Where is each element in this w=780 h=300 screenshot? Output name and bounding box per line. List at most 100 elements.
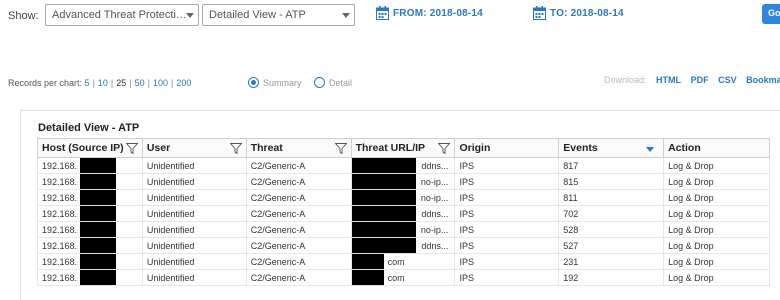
cell-events: 811 <box>558 189 665 206</box>
records-option-10[interactable]: 10 <box>98 78 108 88</box>
cell-user: Unidentified <box>141 189 247 206</box>
calendar-icon <box>376 6 389 20</box>
cell-action: Log & Drop <box>663 269 770 286</box>
redaction-block <box>352 190 416 205</box>
go-button[interactable]: Go <box>762 4 780 24</box>
redaction-block <box>80 158 116 173</box>
cell-user: Unidentified <box>141 237 247 254</box>
column-header-action[interactable]: Action <box>663 138 770 158</box>
column-header-threat-url[interactable]: Threat URL/IP <box>350 138 456 158</box>
cell-threat: C2/Generic-A <box>245 253 352 270</box>
cell-events: 702 <box>558 205 665 222</box>
detail-radio[interactable]: Detail <box>314 77 352 88</box>
redaction-block <box>80 190 116 205</box>
records-option-5[interactable]: 5 <box>85 78 90 88</box>
view-select-value: Detailed View - ATP <box>209 9 306 21</box>
bookmark-link[interactable]: Bookmark <box>746 75 780 85</box>
cell-threat: C2/Generic-A <box>245 157 352 174</box>
table-row[interactable]: 192.168. Unidentified C2/Generic-A no-ip… <box>37 189 770 206</box>
download-csv-link[interactable]: CSV <box>718 75 737 85</box>
view-select[interactable]: Detailed View - ATP <box>202 4 355 26</box>
cell-host: 192.168. <box>37 189 143 206</box>
cell-threat: C2/Generic-A <box>245 189 352 206</box>
download-bar: Download: HTML PDF CSV Bookmark <box>604 75 780 85</box>
table-row[interactable]: 192.168. Unidentified C2/Generic-A no-ip… <box>37 173 770 190</box>
cell-origin: IPS <box>454 157 560 174</box>
column-header-user[interactable]: User <box>141 138 247 158</box>
redaction-block <box>352 222 416 237</box>
cell-events: 527 <box>558 237 665 254</box>
sort-descending-icon <box>646 147 655 152</box>
redaction-block <box>352 270 384 285</box>
cell-origin: IPS <box>454 237 560 254</box>
redaction-block <box>352 158 416 173</box>
column-header-host[interactable]: Host (Source IP) <box>37 138 143 158</box>
cell-host: 192.168. <box>37 269 143 286</box>
cell-threat-url: no-ip... <box>350 173 456 190</box>
cell-user: Unidentified <box>141 157 247 174</box>
filter-icon[interactable] <box>334 143 347 154</box>
cell-action: Log & Drop <box>663 205 770 222</box>
cell-action: Log & Drop <box>663 221 770 238</box>
records-per-chart: Records per chart: 5 | 10 | 25 | 50 | 100 | 200 <box>8 78 192 88</box>
table-row[interactable]: 192.168. Unidentified C2/Generic-A no-ip… <box>37 221 770 238</box>
radio-unselected-icon <box>314 77 325 88</box>
table-row[interactable]: 192.168. Unidentified C2/Generic-A com I… <box>37 269 770 286</box>
cell-action: Log & Drop <box>663 253 770 270</box>
column-header-threat[interactable]: Threat <box>245 138 352 158</box>
filter-icon[interactable] <box>438 143 451 154</box>
table-row[interactable]: 192.168. Unidentified C2/Generic-A ddns.… <box>37 205 770 222</box>
cell-origin: IPS <box>454 221 560 238</box>
cell-threat-url: com <box>350 269 456 286</box>
redaction-block <box>352 238 416 253</box>
redaction-block <box>80 270 116 285</box>
cell-events: 528 <box>558 221 665 238</box>
chevron-down-icon <box>186 13 194 18</box>
cell-origin: IPS <box>454 173 560 190</box>
table-row[interactable]: 192.168. Unidentified C2/Generic-A ddns.… <box>37 157 770 174</box>
table-row[interactable]: 192.168. Unidentified C2/Generic-A ddns.… <box>37 237 770 254</box>
records-option-25[interactable]: 25 <box>116 78 126 88</box>
chevron-down-icon <box>342 13 350 18</box>
column-header-origin[interactable]: Origin <box>454 138 560 158</box>
download-label: Download: <box>604 75 647 85</box>
table-title: Detailed View - ATP <box>38 122 140 134</box>
column-header-events[interactable]: Events <box>558 138 665 158</box>
download-html-link[interactable]: HTML <box>656 75 681 85</box>
redaction-block <box>352 254 384 269</box>
records-option-50[interactable]: 50 <box>135 78 145 88</box>
redaction-block <box>80 238 116 253</box>
cell-host: 192.168. <box>37 205 143 222</box>
cell-origin: IPS <box>454 205 560 222</box>
cell-host: 192.168. <box>37 157 143 174</box>
records-option-100[interactable]: 100 <box>153 78 168 88</box>
report-select[interactable]: Advanced Threat Protecti… <box>45 4 199 26</box>
detailed-view-table: Host (Source IP) User Threat Threat URL/… <box>37 138 770 286</box>
cell-threat-url: com <box>350 253 456 270</box>
cell-user: Unidentified <box>141 253 247 270</box>
summary-radio[interactable]: Summary <box>248 77 302 88</box>
filter-icon[interactable] <box>229 143 242 154</box>
cell-threat: C2/Generic-A <box>245 205 352 222</box>
cell-host: 192.168. <box>37 173 143 190</box>
to-date-picker[interactable]: TO: 2018-08-14 <box>533 6 624 20</box>
cell-origin: IPS <box>454 269 560 286</box>
records-option-200[interactable]: 200 <box>176 78 191 88</box>
redaction-block <box>80 222 116 237</box>
report-select-value: Advanced Threat Protecti… <box>52 9 187 21</box>
table-row[interactable]: 192.168. Unidentified C2/Generic-A com I… <box>37 253 770 270</box>
cell-action: Log & Drop <box>663 237 770 254</box>
cell-threat-url: ddns... <box>350 205 456 222</box>
redaction-block <box>352 206 416 221</box>
column-header-host-label: Host (Source IP) <box>42 142 124 154</box>
redaction-block <box>80 174 116 189</box>
filter-icon[interactable] <box>125 143 138 154</box>
column-header-events-label: Events <box>563 142 598 154</box>
cell-threat: C2/Generic-A <box>245 173 352 190</box>
summary-label: Summary <box>263 77 302 88</box>
detail-label: Detail <box>329 77 353 88</box>
cell-events: 192 <box>558 269 665 286</box>
download-pdf-link[interactable]: PDF <box>691 75 709 85</box>
cell-action: Log & Drop <box>663 157 770 174</box>
from-date-picker[interactable]: FROM: 2018-08-14 <box>376 6 483 20</box>
